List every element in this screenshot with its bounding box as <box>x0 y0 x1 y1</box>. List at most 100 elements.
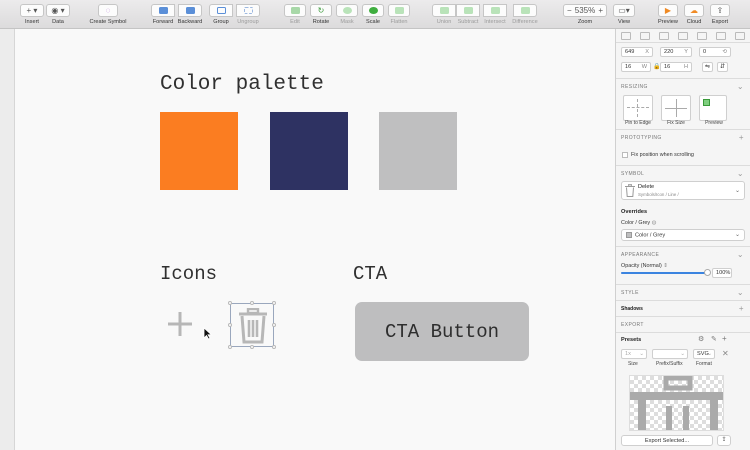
forward-tool[interactable]: Forward <box>150 4 176 25</box>
add-icon[interactable]: + <box>739 133 744 142</box>
resize-handle[interactable] <box>228 345 232 349</box>
union-button[interactable] <box>432 4 456 17</box>
updown-icon[interactable]: ⇕ <box>663 263 668 269</box>
align-right-icon[interactable] <box>659 32 669 40</box>
format-field[interactable]: SVG ⌄ <box>693 349 715 359</box>
backward-tool[interactable]: Backward <box>176 4 204 25</box>
resize-handle[interactable] <box>228 323 232 327</box>
insert-tool[interactable]: + ▾ Insert <box>20 4 44 25</box>
chevron-down-icon[interactable]: ⌄ <box>737 288 744 297</box>
distribute-icon[interactable] <box>735 32 745 40</box>
edit-tool[interactable]: Edit <box>284 4 306 25</box>
pencil-icon[interactable]: ✎ <box>711 335 717 343</box>
difference-tool[interactable]: Difference <box>510 4 540 25</box>
ungroup-tool[interactable]: Ungroup <box>234 4 262 25</box>
align-bottom-icon[interactable] <box>716 32 726 40</box>
symbol-select[interactable]: Delete Symbols/Icon / Line / ⌄ <box>621 181 745 200</box>
width-field[interactable]: 16 W <box>621 62 651 72</box>
create-symbol-tool[interactable]: ◌ Create Symbol <box>88 4 128 25</box>
zoom-tool[interactable]: − 535% + Zoom <box>563 4 607 25</box>
resize-handle[interactable] <box>250 345 254 349</box>
export-button[interactable]: ⇪ <box>710 4 730 17</box>
cta-button[interactable]: CTA Button <box>355 302 529 361</box>
align-middle-icon[interactable] <box>697 32 707 40</box>
mask-button[interactable] <box>336 4 358 17</box>
scale-button[interactable] <box>362 4 384 17</box>
checkbox-icon[interactable] <box>622 152 628 158</box>
resize-handle[interactable] <box>228 301 232 305</box>
subtract-tool[interactable]: Subtract <box>456 4 480 25</box>
backward-button[interactable] <box>178 4 202 17</box>
difference-button[interactable] <box>513 4 537 17</box>
resize-handle[interactable] <box>250 301 254 305</box>
opacity-slider-knob[interactable] <box>704 269 711 276</box>
ungroup-button[interactable] <box>236 4 260 17</box>
pin-to-edge-control[interactable] <box>623 95 653 121</box>
sliders-icon[interactable]: ⚙ <box>698 335 704 343</box>
flatten-button[interactable] <box>388 4 410 17</box>
rotate-tool[interactable]: ↻ Rotate <box>310 4 332 25</box>
resize-handle[interactable] <box>272 301 276 305</box>
chevron-down-icon[interactable]: ⌄ <box>737 250 744 259</box>
flatten-tool[interactable]: Flatten <box>388 4 410 25</box>
align-center-icon[interactable] <box>640 32 650 40</box>
add-icon[interactable]: + <box>739 304 744 313</box>
cloud-tool[interactable]: ☁ Cloud <box>684 4 704 25</box>
align-left-icon[interactable] <box>621 32 631 40</box>
zoom-control[interactable]: − 535% + <box>563 4 607 17</box>
selection-box[interactable] <box>228 301 276 349</box>
cloud-button[interactable]: ☁ <box>684 4 704 17</box>
data-button[interactable]: ◉ ▾ <box>46 4 70 17</box>
group-tool[interactable]: Group <box>208 4 234 25</box>
zoom-out-icon[interactable]: − <box>567 6 572 15</box>
zoom-in-icon[interactable]: + <box>598 6 603 15</box>
swatch-navy[interactable] <box>270 112 348 190</box>
subtract-button[interactable] <box>456 4 480 17</box>
resize-handle[interactable] <box>272 323 276 327</box>
insert-button[interactable]: + ▾ <box>20 4 44 17</box>
edit-button[interactable] <box>284 4 306 17</box>
canvas[interactable]: Color palette Icons CTA CTA Button <box>15 29 615 450</box>
add-icon[interactable]: + <box>722 334 727 343</box>
x-field[interactable]: 649 X <box>621 47 653 57</box>
intersect-button[interactable] <box>483 4 507 17</box>
presets-header: Presets <box>621 337 642 343</box>
remove-icon[interactable]: ✕ <box>722 349 729 358</box>
fix-position-checkbox[interactable]: Fix position when scrolling <box>622 152 694 158</box>
opacity-field[interactable]: 100% <box>712 268 732 278</box>
fix-size-control[interactable] <box>661 95 691 121</box>
chevron-down-icon[interactable]: ⌄ <box>737 169 744 178</box>
union-tool[interactable]: Union <box>432 4 456 25</box>
flip-horizontal-icon[interactable]: ⇋ <box>702 62 713 72</box>
opacity-slider[interactable] <box>621 269 711 276</box>
flip-vertical-icon[interactable]: ⇵ <box>717 62 728 72</box>
resize-handle[interactable] <box>272 345 276 349</box>
export-selected-button[interactable]: Export Selected... <box>621 435 713 446</box>
forward-button[interactable] <box>151 4 175 17</box>
chevron-down-icon[interactable]: ⌄ <box>737 82 744 91</box>
export-tool[interactable]: ⇪ Export <box>710 4 730 25</box>
difference-label: Difference <box>512 19 538 25</box>
height-field[interactable]: 16 H <box>660 62 692 72</box>
rotate-button[interactable]: ↻ <box>310 4 332 17</box>
view-tool[interactable]: ▭▾ View <box>613 4 635 25</box>
prefix-field[interactable]: ⌄ <box>652 349 688 359</box>
swatch-orange[interactable] <box>160 112 238 190</box>
swatch-grey[interactable] <box>379 112 457 190</box>
align-top-icon[interactable] <box>678 32 688 40</box>
plus-icon[interactable] <box>166 310 194 338</box>
preview-tool[interactable]: ▶ Preview <box>657 4 679 25</box>
data-tool[interactable]: ◉ ▾ Data <box>46 4 70 25</box>
override-select[interactable]: Color / Grey ⌄ <box>621 229 745 241</box>
rotation-field[interactable]: 0 ⟲ <box>699 47 731 57</box>
preview-button[interactable]: ▶ <box>658 4 678 17</box>
intersect-tool[interactable]: Intersect <box>482 4 508 25</box>
view-button[interactable]: ▭▾ <box>613 4 635 17</box>
scale-tool[interactable]: Scale <box>362 4 384 25</box>
y-field[interactable]: 220 Y <box>660 47 692 57</box>
share-icon[interactable]: ⇪ <box>717 435 731 446</box>
size-field[interactable]: 1x ⌄ <box>621 349 647 359</box>
group-button[interactable] <box>209 4 233 17</box>
mask-tool[interactable]: Mask <box>336 4 358 25</box>
create-symbol-button[interactable]: ◌ <box>98 4 118 17</box>
